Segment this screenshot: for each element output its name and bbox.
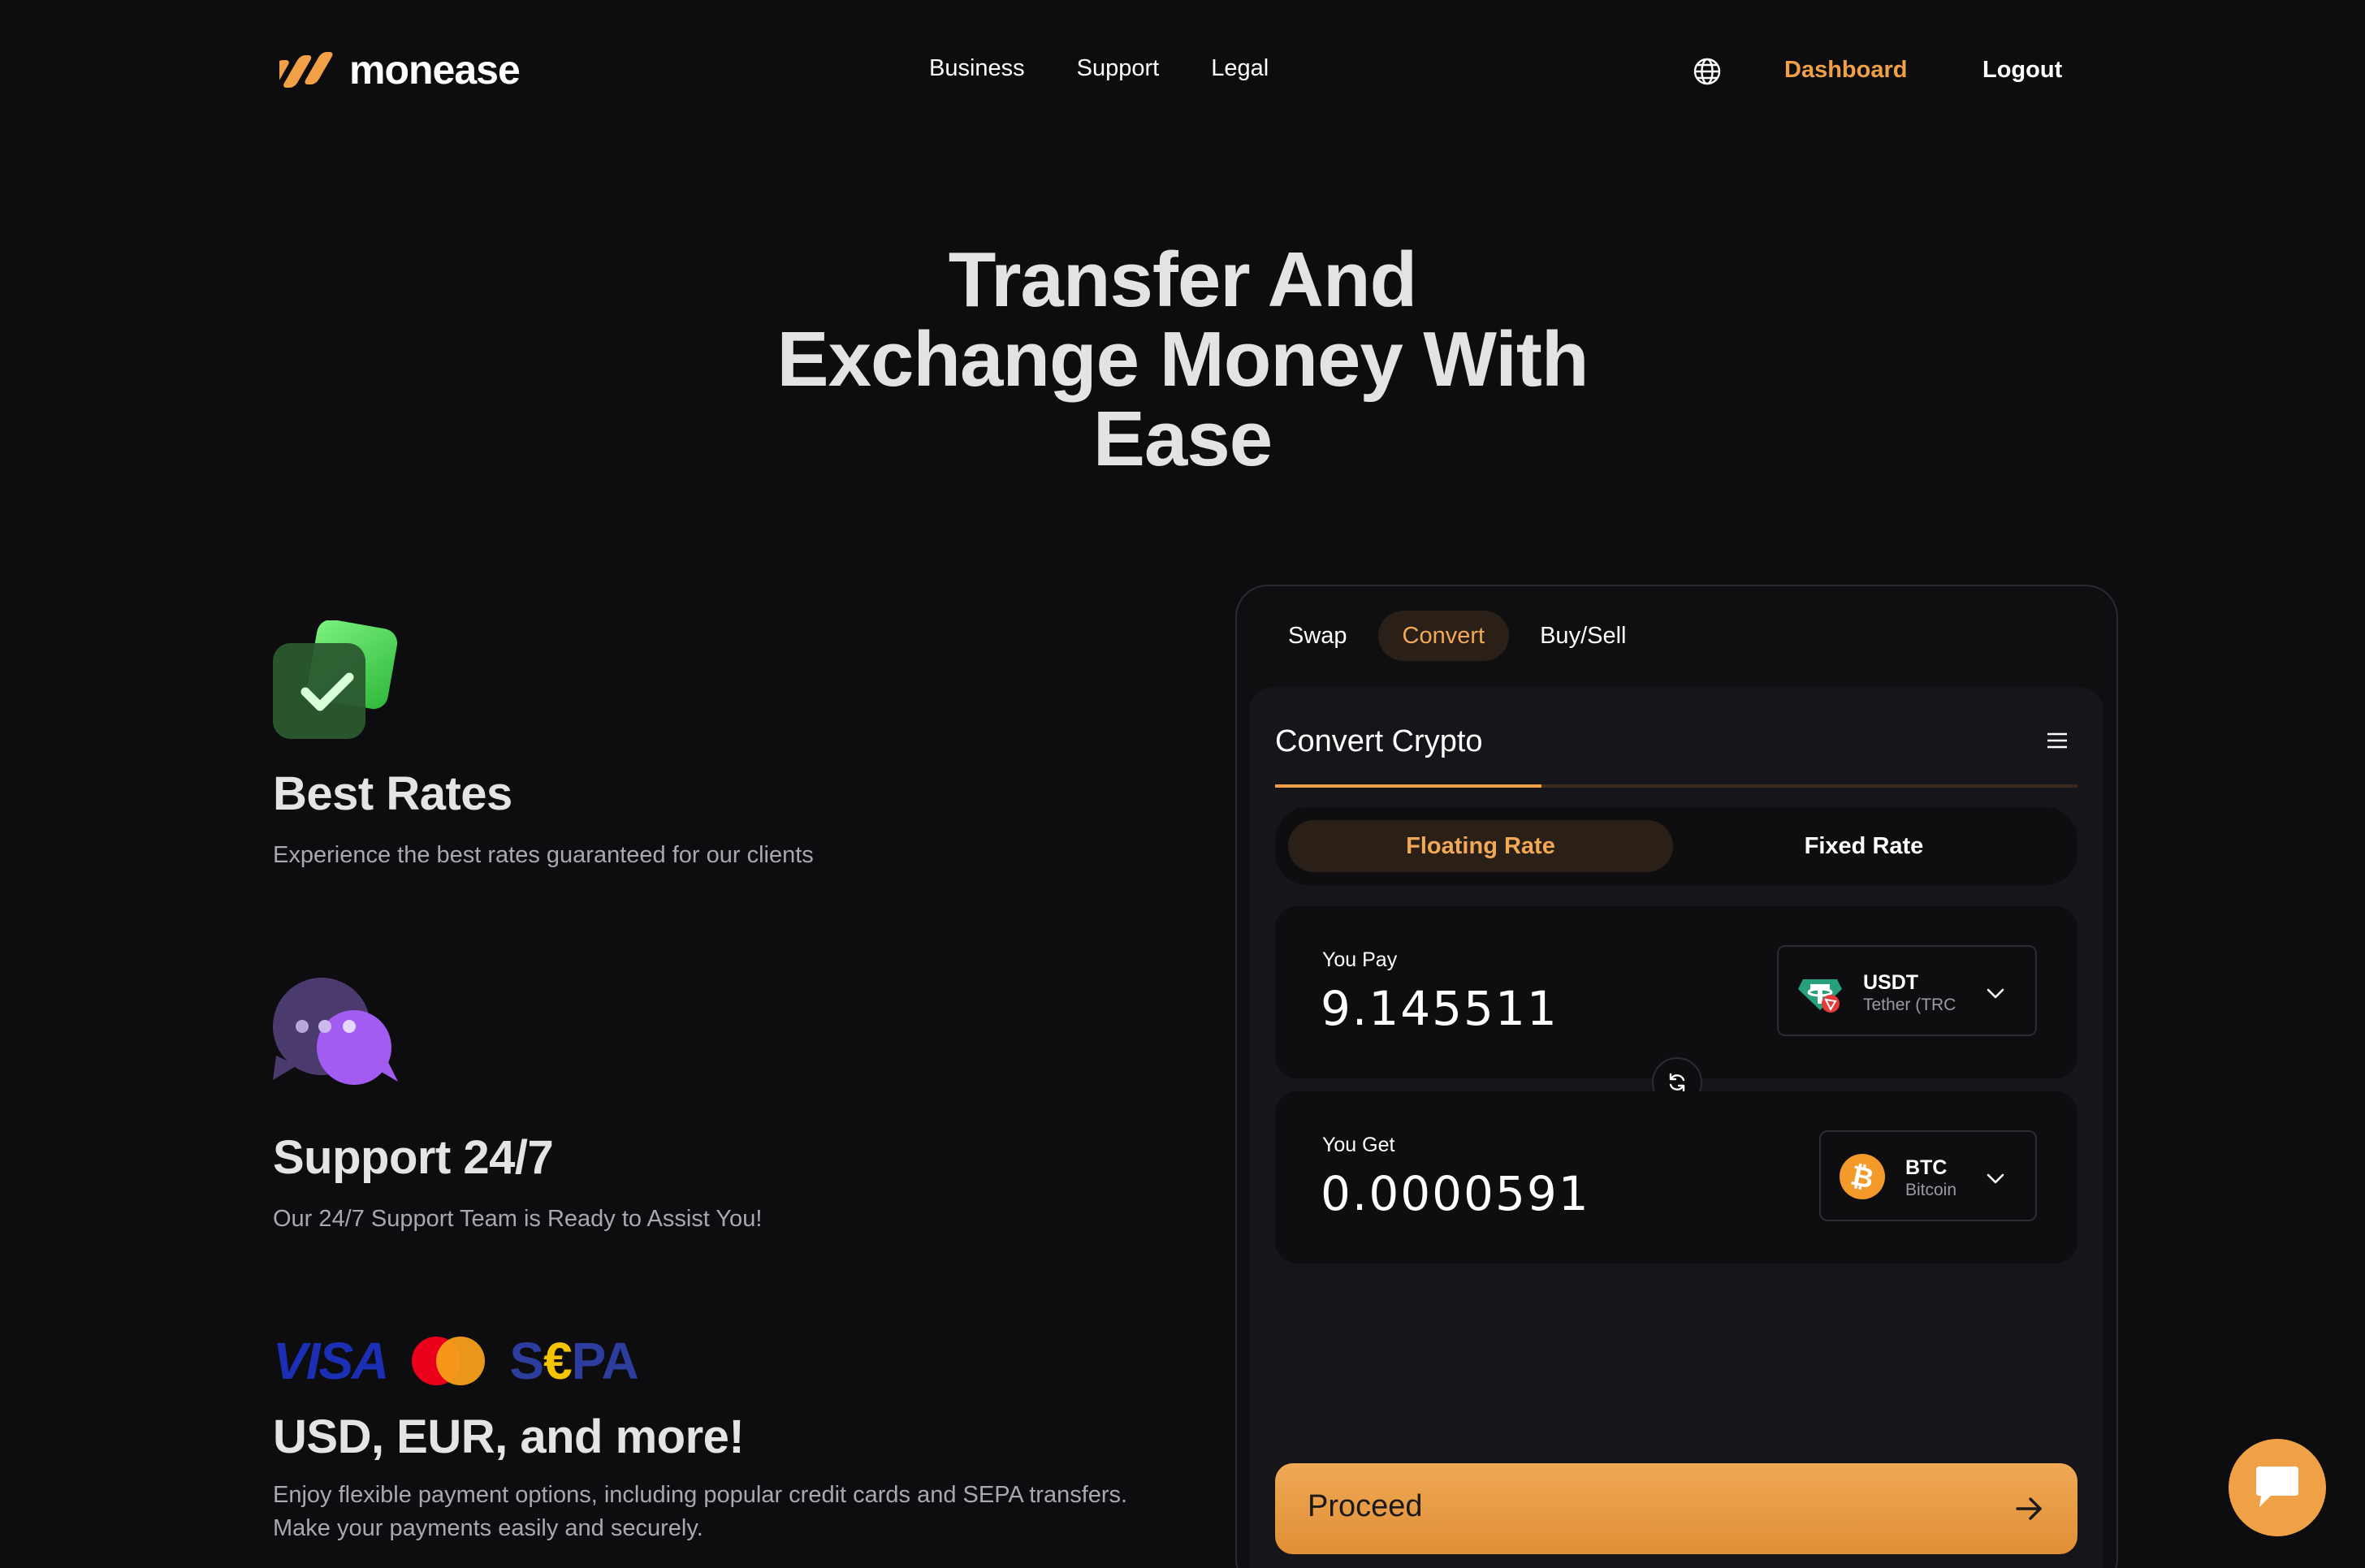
feature-description: Experience the best rates guaranteed for… [273,842,814,868]
tab-buy-sell[interactable]: Buy/Sell [1515,611,1650,661]
pay-amount-input[interactable]: 9.145511 [1321,981,1559,1036]
proceed-button[interactable]: Proceed [1275,1463,2077,1554]
tab-convert[interactable]: Convert [1377,611,1510,661]
exchange-tabs: Swap Convert Buy/Sell [1272,611,1657,661]
proceed-label: Proceed [1308,1489,1423,1523]
pay-box: You Pay 9.145511 USDT Tether (TRC [1275,906,2077,1078]
chat-bubbles-icon [273,978,398,1085]
chevron-down-icon [1987,988,2004,999]
pay-currency-name: Tether (TRC [1863,996,1956,1014]
dashboard-link[interactable]: Dashboard [1784,57,1907,84]
feature-description: Our 24/7 Support Team is Ready to Assist… [273,1206,763,1232]
nav-business[interactable]: Business [929,55,1025,82]
nav-support[interactable]: Support [1077,55,1160,82]
feature-support: Support 24/7 Our 24/7 Support Team is Re… [273,1130,762,1236]
bitcoin-icon: ₿ [1840,1154,1885,1199]
get-box: You Get 0.0000591 ₿ BTC Bitcoin [1275,1091,2077,1263]
swap-arrows-icon [1669,1073,1685,1092]
feature-currencies: USD, EUR, and more! Enjoy flexible payme… [273,1410,1127,1545]
pay-currency-symbol: USDT [1863,971,1919,994]
chevron-down-icon [1987,1173,2004,1184]
get-currency-select[interactable]: ₿ BTC Bitcoin [1819,1130,2037,1221]
logout-link[interactable]: Logout [1982,57,2062,84]
hero-line-1: Transfer And [948,236,1418,323]
feature-title: Best Rates [273,767,512,820]
nav-legal[interactable]: Legal [1211,55,1269,82]
main-nav: Business Support Legal [929,55,1321,82]
monease-logo[interactable]: monease [279,47,521,93]
chat-icon [2256,1466,2298,1507]
feature-description-line-1: Enjoy flexible payment options, includin… [273,1482,1128,1508]
check-card-icon [273,620,398,739]
menu-icon[interactable] [2047,732,2067,749]
floating-rate-button[interactable]: Floating Rate [1288,820,1673,872]
payment-logos: VISA S€PA [273,1332,639,1390]
logo-stripes-icon [279,52,333,88]
visa-logo: VISA [273,1332,389,1390]
hero-line-3: Ease [1092,395,1273,482]
fixed-rate-button[interactable]: Fixed Rate [1665,820,2063,872]
mastercard-logo [412,1337,486,1385]
convert-title: Convert Crypto [1275,724,1483,758]
tab-swap[interactable]: Swap [1272,611,1372,661]
feature-title: Support 24/7 [273,1131,554,1184]
feature-best-rates: Best Rates Experience the best rates gua… [273,767,814,872]
feature-description-line-2: Make your payments easily and securely. [273,1515,703,1541]
feature-title: USD, EUR, and more! [273,1410,745,1463]
globe-icon[interactable] [1693,57,1722,86]
get-amount-output: 0.0000591 [1321,1166,1590,1221]
pay-currency-select[interactable]: USDT Tether (TRC [1777,945,2037,1036]
top-nav-bar: monease Business Support Legal Dashboard… [0,0,2365,143]
sepa-logo: S€PA [509,1332,638,1390]
title-divider-active [1275,784,1541,788]
get-currency-symbol: BTC [1905,1156,1948,1179]
arrow-right-icon [2016,1497,2042,1520]
pay-label: You Pay [1322,948,1398,971]
get-currency-name: Bitcoin [1905,1181,1957,1199]
logo-text: monease [349,47,521,93]
get-label: You Get [1322,1134,1395,1156]
hero-line-2: Exchange Money With [776,316,1589,403]
hero-title: Transfer And Exchange Money With Ease [695,240,1670,479]
live-chat-button[interactable] [2229,1439,2326,1536]
usdt-trc-icon [1798,979,1842,1013]
rate-type-switch: Floating Rate Fixed Rate [1275,807,2077,885]
